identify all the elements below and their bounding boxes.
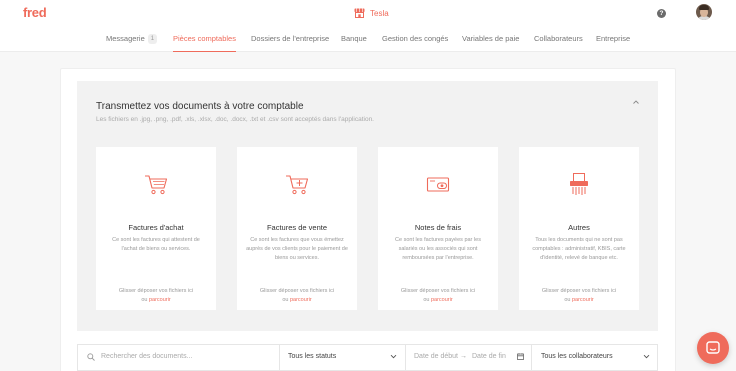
upload-card-other[interactable]: Autres Tous les documents qui ne sont pa… [519,147,639,310]
cart-icon [145,175,168,195]
upload-subtitle: Les fichiers en .jpg, .png, .pdf, .xls, … [96,116,374,123]
shredder-icon [570,173,588,195]
card-description: Ce sont les factures payées par les sala… [395,237,481,261]
tab-collaborateurs[interactable]: Collaborateurs [534,28,583,52]
browse-link[interactable]: parcourir [572,297,594,303]
status-select[interactable]: Tous les statuts [280,345,406,370]
collaborators-select[interactable]: Tous les collaborateurs [532,345,657,370]
filter-bar: Rechercher des documents... Tous les sta… [77,344,658,371]
upload-panel: Transmettez vos documents à votre compta… [77,81,658,331]
browse-link[interactable]: parcourir [431,297,453,303]
card-title: Notes de frais [414,223,462,232]
tab-variables-paie[interactable]: Variables de paie [462,28,519,52]
date-range-picker[interactable]: Date de début → Date de fin [406,345,532,370]
upload-card-purchase-invoices[interactable]: Factures d'achat Ce sont les factures qu… [96,147,216,310]
tab-gestion-conges[interactable]: Gestion des congés [382,28,448,52]
tab-entreprise[interactable]: Entreprise [596,28,630,52]
app-logo[interactable]: fred [23,5,47,20]
card-title: Factures d'achat [128,223,184,232]
chevron-down-icon [643,354,650,359]
card-title: Autres [568,223,590,232]
status-select-value: Tous les statuts [288,353,337,360]
company-switcher[interactable]: Tesla [354,8,389,18]
main-nav: Messagerie 1 Pièces comptables Dossiers d… [0,28,736,52]
chat-button[interactable] [697,332,729,364]
drop-zone-text: Glisser déposer vos fichiers ici ou parc… [259,288,335,303]
date-end-input[interactable]: Date de fin [472,345,506,369]
cart-plus-icon [286,175,309,195]
card-description: Ce sont les factures qui attestent de l'… [112,237,200,252]
collaborators-select-value: Tous les collaborateurs [541,353,613,360]
browse-link[interactable]: parcourir [290,297,312,303]
search-field[interactable]: Rechercher des documents... [78,345,280,370]
chevron-down-icon [390,354,397,359]
card-description: Ce sont les factures que vous émettez au… [246,237,348,261]
chat-icon [706,341,720,354]
search-icon [87,353,95,361]
tab-pieces-comptables[interactable]: Pièces comptables [173,28,236,52]
tab-messagerie[interactable]: Messagerie 1 [106,28,158,52]
user-avatar[interactable] [696,4,712,20]
search-input[interactable]: Rechercher des documents... [101,345,192,369]
card-description: Tous les documents qui ne sont pas compt… [532,237,626,261]
top-bar: fred Tesla ? Messagerie 1 Pièces comptabl… [0,0,736,52]
cash-icon [426,177,450,192]
date-range-arrow: → [460,353,467,360]
calendar-icon[interactable] [517,353,524,360]
tab-dossiers-entreprise[interactable]: Dossiers de l'entreprise [251,28,329,52]
drop-zone-text: Glisser déposer vos fichiers ici ou parc… [541,288,617,303]
unread-badge: 1 [147,34,158,44]
drop-zone-text: Glisser déposer vos fichiers ici ou parc… [118,288,194,303]
company-name: Tesla [370,8,389,18]
shop-icon [354,8,365,18]
card-title: Factures de vente [266,223,328,232]
date-start-input[interactable]: Date de début [414,345,458,369]
upload-title: Transmettez vos documents à votre compta… [96,101,304,112]
browse-link[interactable]: parcourir [149,297,171,303]
help-icon[interactable]: ? [657,9,666,18]
upload-card-expense-reports[interactable]: Notes de frais Ce sont les factures payé… [378,147,498,310]
tab-label: Messagerie [106,34,145,43]
upload-card-sales-invoices[interactable]: Factures de vente Ce sont les factures q… [237,147,357,310]
chevron-up-icon[interactable] [632,99,640,105]
drop-zone-text: Glisser déposer vos fichiers ici ou parc… [400,288,476,303]
tab-banque[interactable]: Banque [341,28,367,52]
